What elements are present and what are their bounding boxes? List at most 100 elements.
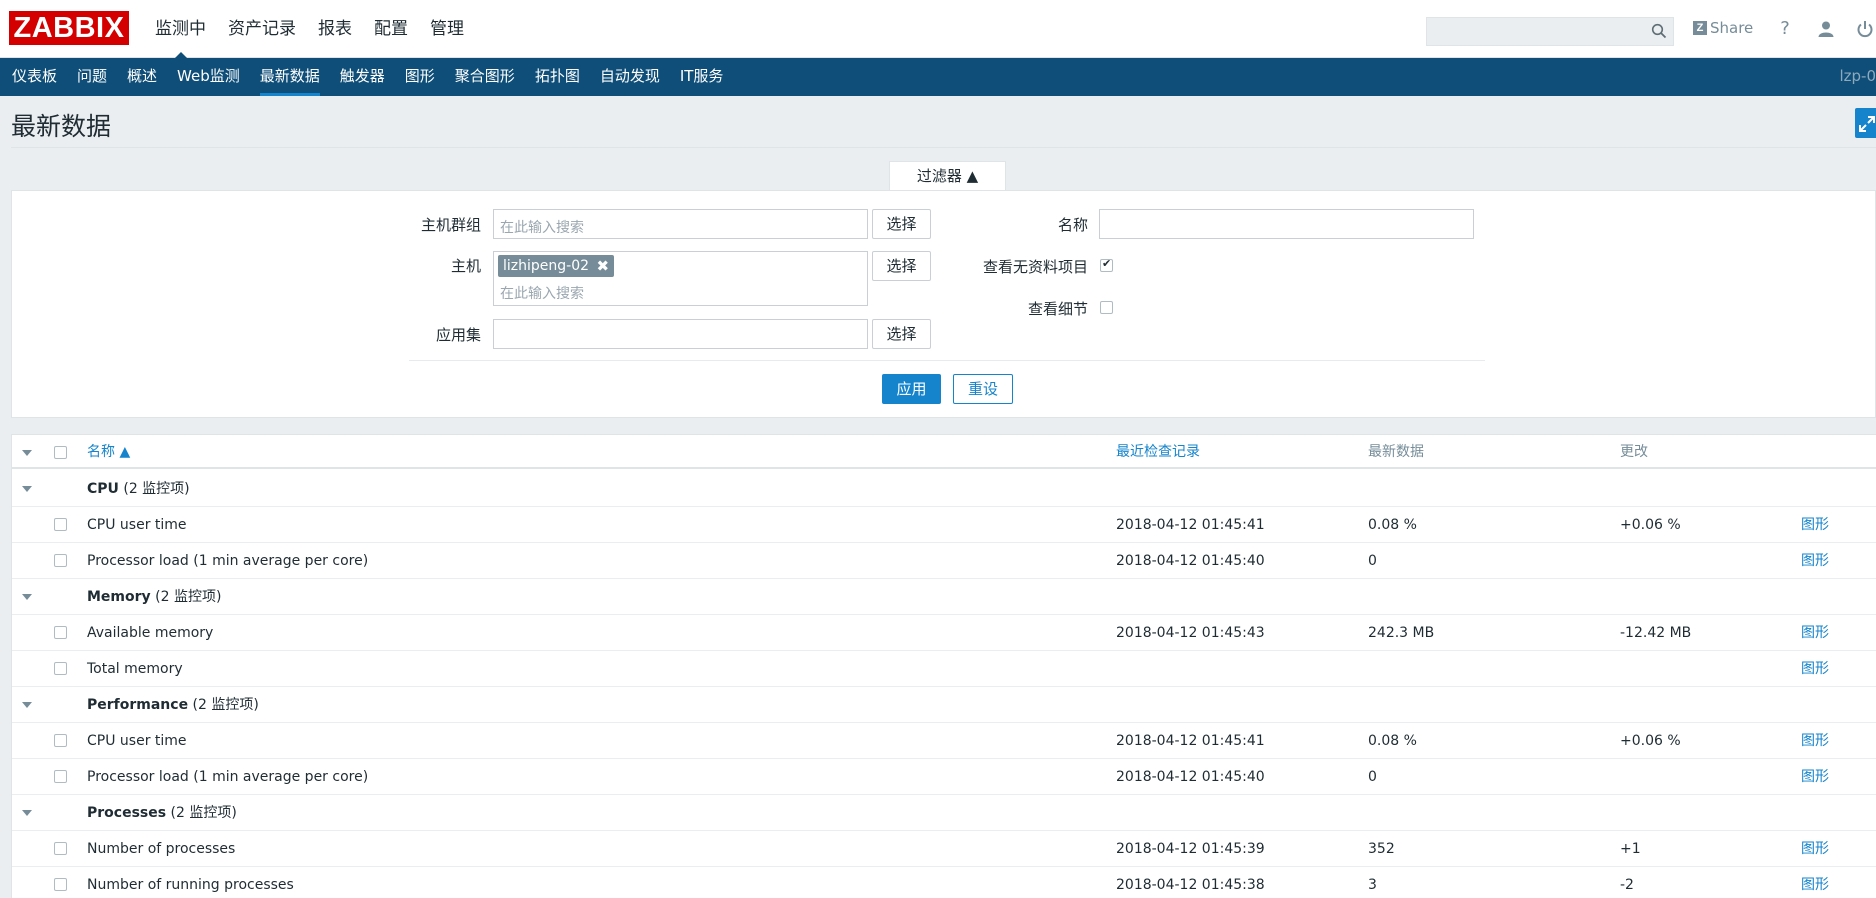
- select-all-checkbox[interactable]: [54, 446, 67, 459]
- show-without-data-label: 查看无资料项目: [982, 258, 1088, 276]
- name-label: 名称: [1057, 216, 1088, 234]
- row-checkbox[interactable]: [54, 518, 67, 531]
- power-icon[interactable]: [1855, 18, 1875, 40]
- subnav-dashboard[interactable]: 仪表板: [2, 58, 67, 96]
- item-change: +0.06 %: [1620, 733, 1681, 749]
- graph-link[interactable]: 图形: [1801, 507, 1829, 543]
- row-checkbox[interactable]: [54, 662, 67, 675]
- row-checkbox[interactable]: [54, 770, 67, 783]
- table-row: CPU user time 2018-04-12 01:45:41 0.08 %…: [12, 723, 1876, 759]
- group-label: CPU (2 监控项): [87, 481, 190, 497]
- help-icon[interactable]: ?: [1775, 18, 1795, 40]
- row-checkbox[interactable]: [54, 626, 67, 639]
- item-last-check: 2018-04-12 01:45:40: [1116, 553, 1265, 569]
- collapse-group-icon[interactable]: [22, 486, 32, 492]
- item-last-value: 0: [1368, 553, 1377, 569]
- application-select-button[interactable]: 选择: [872, 319, 931, 349]
- nav-configuration[interactable]: 配置: [363, 0, 419, 58]
- subnav-web[interactable]: Web监测: [167, 58, 250, 96]
- search-icon[interactable]: [1651, 23, 1667, 39]
- zabbix-logo[interactable]: ZABBIX: [9, 11, 129, 45]
- item-last-check: 2018-04-12 01:45:41: [1116, 733, 1265, 749]
- item-last-value: 0.08 %: [1368, 517, 1417, 533]
- item-last-check: 2018-04-12 01:45:43: [1116, 625, 1265, 641]
- group-row[interactable]: Processes (2 监控项): [12, 795, 1876, 831]
- item-last-value: 0.08 %: [1368, 733, 1417, 749]
- item-name: Available memory: [87, 625, 214, 641]
- nav-inventory[interactable]: 资产记录: [217, 0, 307, 58]
- graph-link[interactable]: 图形: [1801, 615, 1829, 651]
- subnav-overview[interactable]: 概述: [117, 58, 167, 96]
- subnav-latest-data[interactable]: 最新数据: [250, 58, 330, 96]
- host-search-input[interactable]: 在此输入搜索: [500, 283, 584, 303]
- remove-tag-icon[interactable]: ✖: [596, 255, 609, 277]
- group-row[interactable]: CPU (2 监控项): [12, 471, 1876, 507]
- collapse-all-icon[interactable]: [22, 450, 32, 456]
- group-label: Performance (2 监控项): [87, 697, 259, 713]
- graph-link[interactable]: 图形: [1801, 831, 1829, 867]
- subnav-discovery[interactable]: 自动发现: [590, 58, 670, 96]
- host-group-select-button[interactable]: 选择: [872, 209, 931, 239]
- host-select-button[interactable]: 选择: [872, 251, 931, 281]
- row-checkbox[interactable]: [54, 734, 67, 747]
- graph-link[interactable]: 图形: [1801, 759, 1829, 795]
- share-link[interactable]: Z Share: [1693, 19, 1753, 37]
- user-icon[interactable]: [1816, 18, 1836, 40]
- host-multiselect[interactable]: lizhipeng-02 ✖ 在此输入搜索: [493, 251, 868, 306]
- subnav-graphs[interactable]: 图形: [395, 58, 445, 96]
- nav-monitoring[interactable]: 监测中: [144, 0, 217, 59]
- item-name: Processor load (1 min average per core): [87, 553, 369, 569]
- nav-administration[interactable]: 管理: [419, 0, 475, 58]
- row-checkbox[interactable]: [54, 842, 67, 855]
- item-last-value: 242.3 MB: [1368, 625, 1435, 641]
- graph-link[interactable]: 图形: [1801, 867, 1829, 898]
- server-name: lzp-0: [1839, 67, 1876, 85]
- item-name: Processor load (1 min average per core): [87, 769, 369, 785]
- item-last-check: 2018-04-12 01:45:39: [1116, 841, 1265, 857]
- apply-button[interactable]: 应用: [882, 374, 941, 404]
- subnav-it-services[interactable]: IT服务: [670, 58, 734, 96]
- filter-divider: [409, 360, 1485, 361]
- host-tag: lizhipeng-02 ✖: [498, 255, 615, 277]
- nav-reports[interactable]: 报表: [307, 0, 363, 58]
- latest-data-table: 名称 ▲ 最近检查记录 最新数据 更改 CPU (2 监控项) CPU user…: [11, 434, 1876, 898]
- name-input[interactable]: [1099, 209, 1474, 239]
- show-details-checkbox[interactable]: [1100, 301, 1113, 314]
- item-last-value: 352: [1368, 841, 1395, 857]
- graph-link[interactable]: 图形: [1801, 651, 1829, 687]
- row-checkbox[interactable]: [54, 878, 67, 891]
- top-header: ZABBIX 监测中 资产记录 报表 配置 管理 Z Share ?: [0, 0, 1876, 59]
- item-name: Number of running processes: [87, 877, 294, 893]
- row-checkbox[interactable]: [54, 554, 67, 567]
- host-group-input[interactable]: 在此输入搜索: [493, 209, 868, 239]
- fullscreen-icon: [1859, 116, 1875, 132]
- show-without-data-checkbox[interactable]: [1100, 257, 1113, 272]
- table-row: Total memory 图形: [12, 651, 1876, 687]
- title-divider: [11, 147, 1876, 148]
- application-input[interactable]: [493, 319, 868, 349]
- main-nav: 监测中 资产记录 报表 配置 管理: [144, 0, 475, 59]
- item-change: +0.06 %: [1620, 517, 1681, 533]
- group-row[interactable]: Performance (2 监控项): [12, 687, 1876, 723]
- group-row[interactable]: Memory (2 监控项): [12, 579, 1876, 615]
- fullscreen-button[interactable]: [1855, 108, 1876, 138]
- graph-link[interactable]: 图形: [1801, 543, 1829, 579]
- subnav-problems[interactable]: 问题: [67, 58, 117, 96]
- global-search-input[interactable]: [1426, 17, 1674, 46]
- application-label: 应用集: [435, 326, 481, 344]
- collapse-group-icon[interactable]: [22, 594, 32, 600]
- filter-tab[interactable]: 过滤器 ▲: [889, 161, 1006, 191]
- collapse-group-icon[interactable]: [22, 810, 32, 816]
- show-details-label: 查看细节: [1027, 300, 1088, 318]
- subnav-screens[interactable]: 聚合图形: [445, 58, 525, 96]
- filter-panel: [11, 190, 1876, 418]
- subnav-triggers[interactable]: 触发器: [330, 58, 395, 96]
- graph-link[interactable]: 图形: [1801, 723, 1829, 759]
- subnav-maps[interactable]: 拓扑图: [525, 58, 590, 96]
- collapse-group-icon[interactable]: [22, 702, 32, 708]
- reset-button[interactable]: 重设: [953, 374, 1013, 404]
- column-name[interactable]: 名称 ▲: [87, 435, 130, 471]
- column-last-check[interactable]: 最近检查记录: [1116, 435, 1200, 471]
- item-last-value: 0: [1368, 769, 1377, 785]
- share-label: Share: [1710, 19, 1754, 37]
